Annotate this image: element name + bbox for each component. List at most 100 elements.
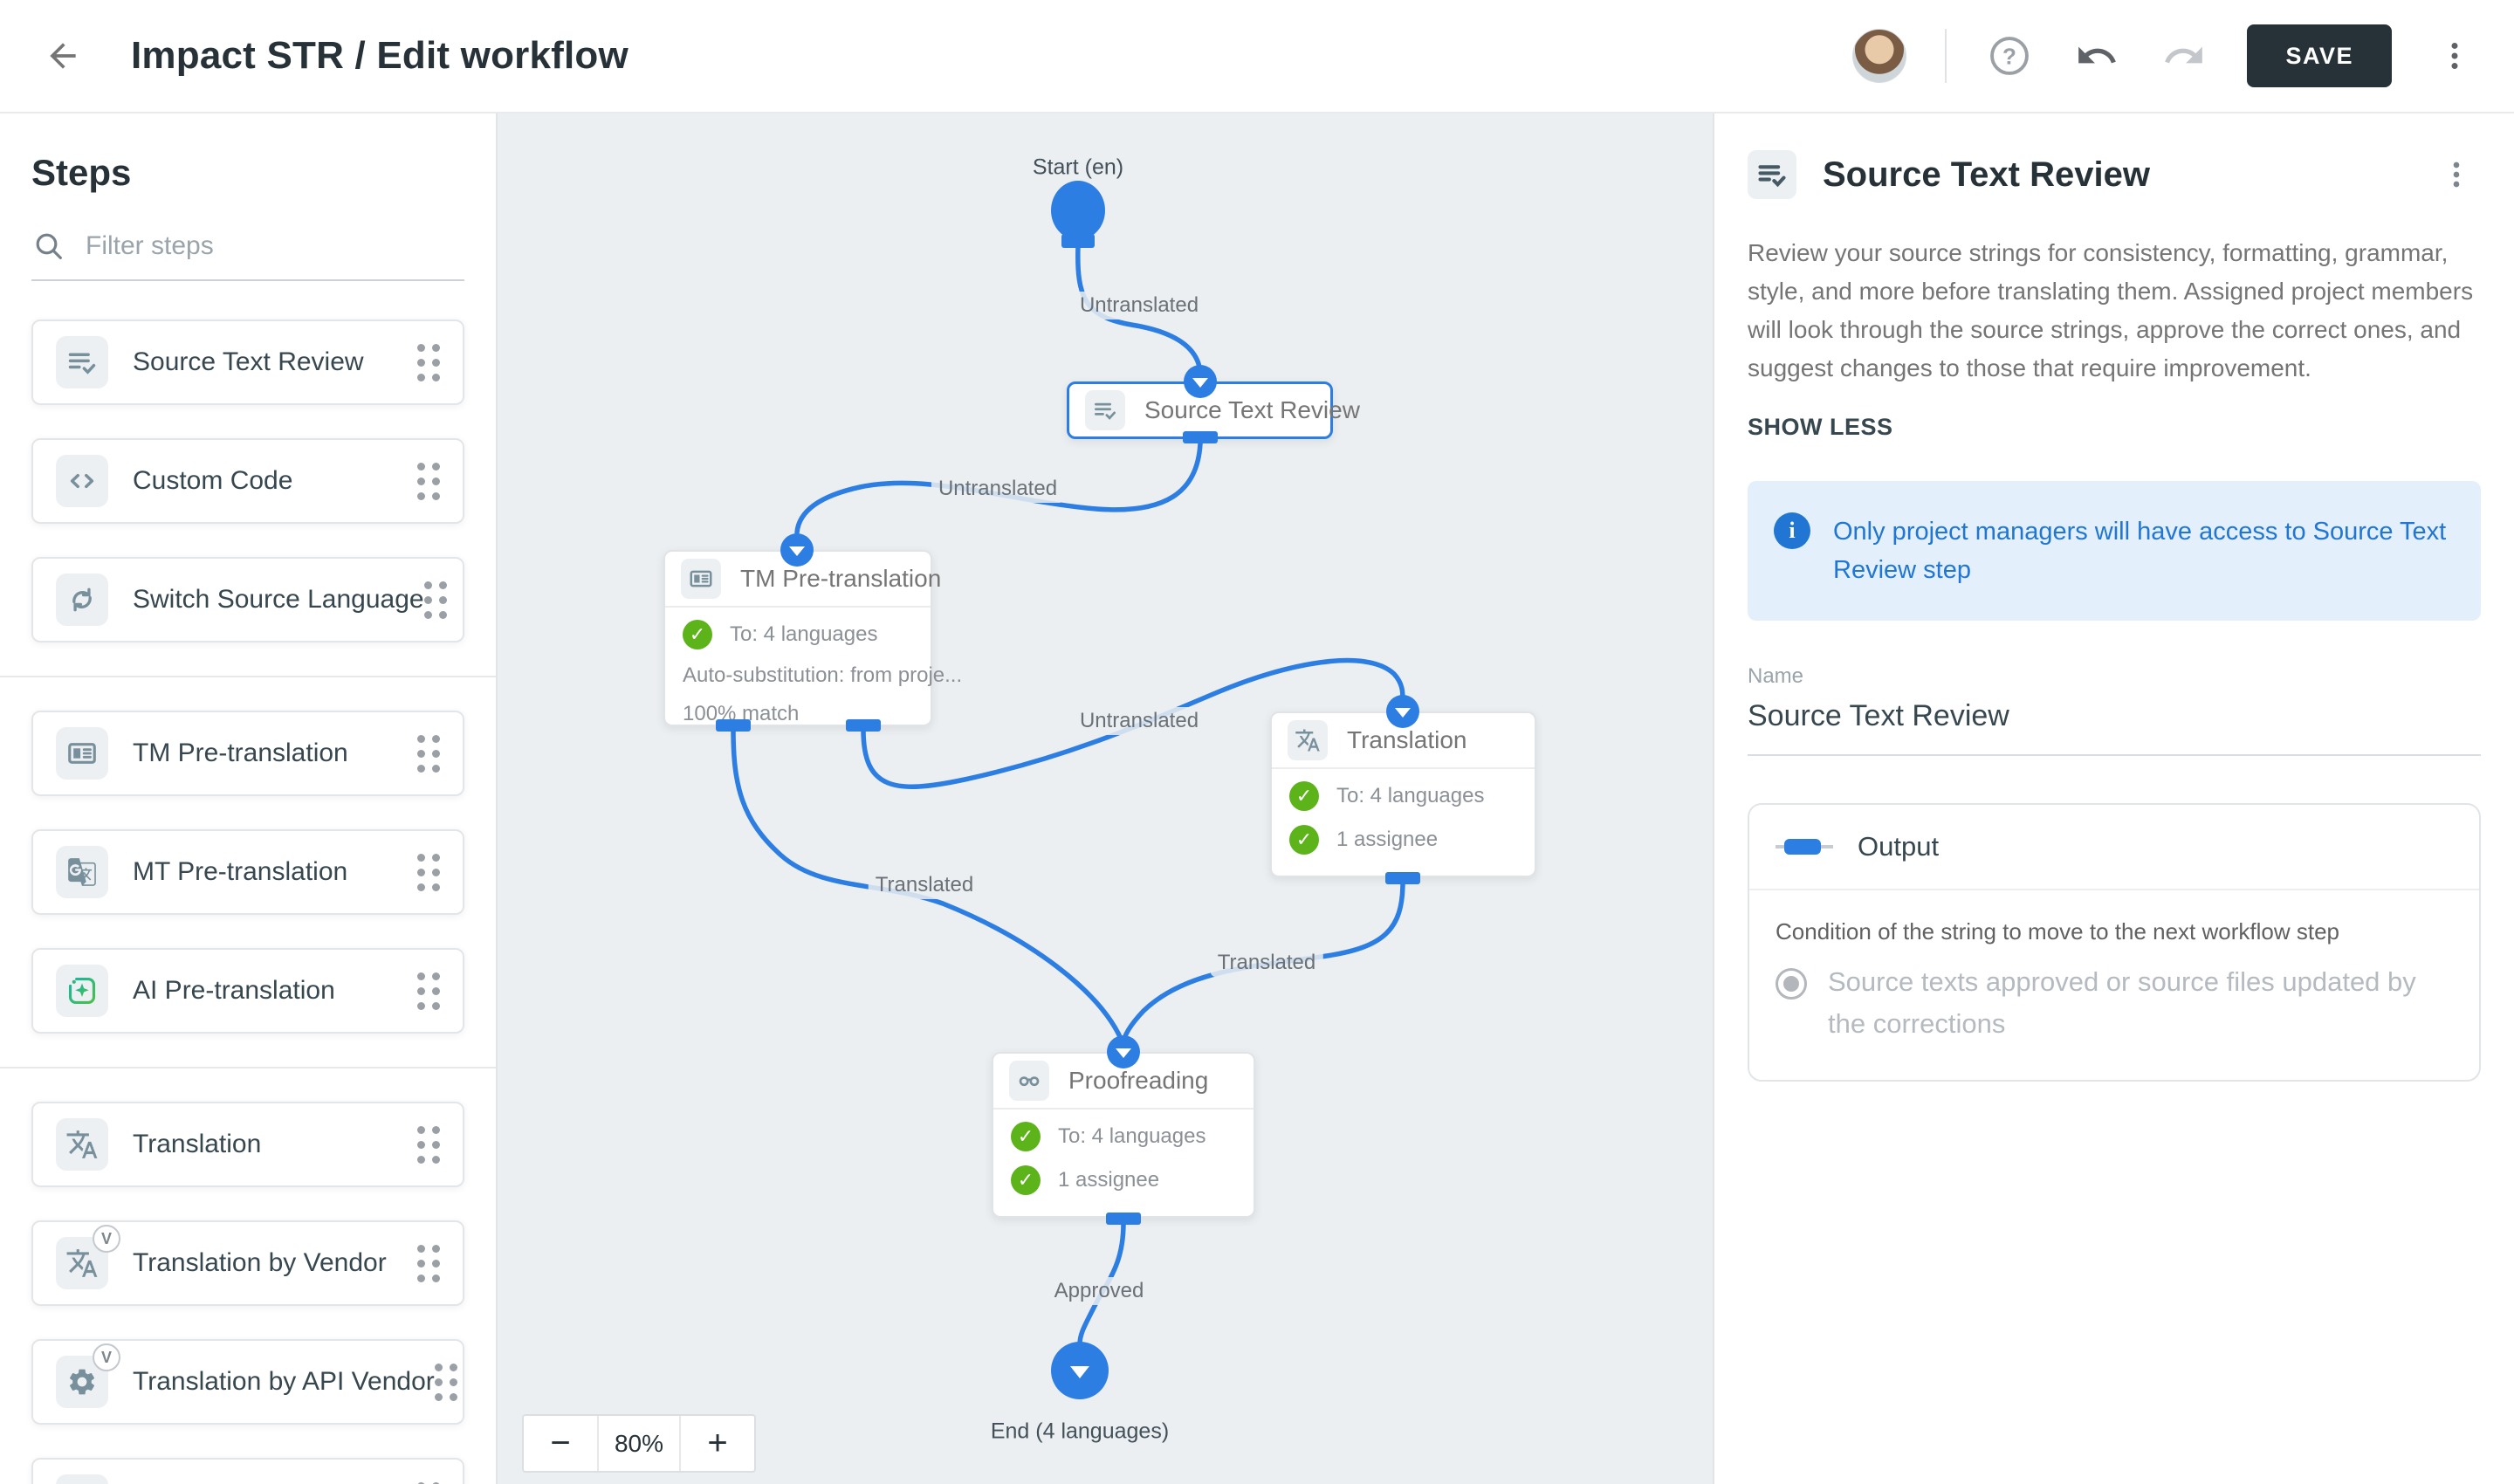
save-button[interactable]: SAVE bbox=[2247, 24, 2392, 87]
sidebar-item-source-text-review[interactable]: Source Text Review bbox=[31, 319, 464, 405]
tm-card-icon bbox=[681, 559, 721, 599]
node-title: Translation bbox=[1347, 726, 1466, 754]
drag-handle-icon[interactable] bbox=[417, 972, 440, 1010]
edge-label: Approved bbox=[1048, 1277, 1151, 1305]
redo-icon[interactable] bbox=[2160, 31, 2208, 80]
sidebar-item-mt-pretranslation[interactable]: MT Pre-translation bbox=[31, 829, 464, 915]
start-node-output-handle[interactable] bbox=[1061, 234, 1095, 248]
node-title: Source Text Review bbox=[1144, 396, 1360, 424]
zoom-level: 80% bbox=[597, 1416, 681, 1471]
output-title: Output bbox=[1858, 831, 1939, 862]
step-description: Review your source strings for consisten… bbox=[1748, 234, 2481, 388]
undo-icon[interactable] bbox=[2072, 31, 2121, 80]
start-node[interactable] bbox=[1051, 181, 1105, 240]
drag-handle-icon[interactable] bbox=[417, 735, 440, 773]
check-icon: ✓ bbox=[1289, 825, 1319, 855]
edge-label: Untranslated bbox=[1073, 707, 1205, 735]
vendor-badge: V bbox=[93, 1225, 120, 1253]
condition-value: Source texts approved or source files up… bbox=[1828, 961, 2439, 1045]
name-field-value[interactable]: Source Text Review bbox=[1748, 699, 2481, 756]
node-detail: To: 4 languages bbox=[1336, 784, 1484, 808]
node-detail: 1 assignee bbox=[1058, 1168, 1159, 1192]
sidebar-item-translation[interactable]: Translation bbox=[31, 1102, 464, 1187]
kebab-menu-icon[interactable] bbox=[2430, 31, 2479, 80]
panel-title: Source Text Review bbox=[1823, 155, 2432, 195]
sidebar-item-switch-source-language[interactable]: Switch Source Language bbox=[31, 557, 464, 642]
translate-icon bbox=[1288, 720, 1328, 760]
sidebar-item-label: Translation by API Vendor bbox=[133, 1367, 435, 1397]
arrow-down-icon bbox=[1116, 1048, 1131, 1058]
vendor-badge: V bbox=[93, 1343, 120, 1371]
sidebar-item-translation-by-api-vendor[interactable]: V Translation by API Vendor bbox=[31, 1339, 464, 1425]
sidebar-item-tm-pretranslation[interactable]: TM Pre-translation bbox=[31, 711, 464, 796]
ai-sparkle-icon bbox=[56, 965, 108, 1017]
info-banner-text: Only project managers will have access t… bbox=[1833, 512, 2455, 589]
edge-label: Untranslated bbox=[931, 475, 1064, 503]
arrow-down-icon bbox=[789, 546, 805, 556]
node-input-connector[interactable] bbox=[1184, 365, 1217, 398]
filter-steps-input[interactable] bbox=[86, 231, 464, 261]
end-node-label: End (4 languages) bbox=[991, 1419, 1169, 1445]
workflow-canvas[interactable]: Start (en) End (4 languages) Untranslate… bbox=[498, 113, 1713, 1484]
source-text-review-icon bbox=[1748, 150, 1796, 199]
node-output-handle[interactable] bbox=[1183, 431, 1218, 443]
sidebar-item-custom-code[interactable]: Custom Code bbox=[31, 438, 464, 524]
edge-label: Untranslated bbox=[1073, 292, 1205, 319]
zoom-toolbar: − 80% + bbox=[522, 1414, 756, 1473]
steps-sidebar: Steps Source Text Review Custom Code bbox=[0, 113, 498, 1484]
sidebar-item-label: Custom Code bbox=[133, 466, 417, 496]
drag-handle-icon[interactable] bbox=[424, 581, 447, 619]
page-title: Impact STR / Edit workflow bbox=[131, 34, 628, 78]
arrow-down-icon bbox=[1192, 378, 1208, 388]
node-proofreading[interactable]: Proofreading ✓To: 4 languages ✓1 assigne… bbox=[992, 1052, 1255, 1218]
drag-handle-icon[interactable] bbox=[417, 1245, 440, 1282]
panel-kebab-menu-icon[interactable] bbox=[2432, 150, 2481, 199]
drag-handle-icon[interactable] bbox=[417, 463, 440, 500]
sidebar-group-divider bbox=[0, 676, 496, 677]
drag-handle-icon[interactable] bbox=[435, 1364, 457, 1401]
node-detail: 1 assignee bbox=[1336, 828, 1438, 852]
node-detail: To: 4 languages bbox=[1058, 1124, 1205, 1149]
node-detail: To: 4 languages bbox=[730, 622, 877, 647]
back-button[interactable] bbox=[37, 30, 89, 82]
condition-radio bbox=[1776, 968, 1807, 1000]
output-section: Output Condition of the string to move t… bbox=[1748, 803, 2481, 1082]
end-arrow-icon bbox=[1070, 1366, 1089, 1378]
node-input-connector[interactable] bbox=[1386, 695, 1419, 728]
node-output-handle[interactable] bbox=[1106, 1213, 1141, 1225]
avatar[interactable] bbox=[1852, 29, 1906, 83]
show-less-toggle[interactable]: SHOW LESS bbox=[1748, 414, 2481, 441]
zoom-in-button[interactable]: + bbox=[681, 1416, 754, 1471]
search-icon bbox=[31, 229, 66, 264]
node-input-connector[interactable] bbox=[780, 533, 814, 567]
check-icon: ✓ bbox=[1011, 1165, 1041, 1195]
sidebar-item-label: Source Text Review bbox=[133, 347, 417, 377]
sidebar-item-crowdsourcing[interactable]: Crowdsourcing bbox=[31, 1458, 464, 1484]
edge-label: Translated bbox=[869, 871, 981, 899]
node-input-connector[interactable] bbox=[1107, 1035, 1140, 1068]
sync-icon bbox=[56, 574, 108, 626]
check-icon: ✓ bbox=[1011, 1122, 1041, 1151]
sidebar-item-translation-by-vendor[interactable]: V Translation by Vendor bbox=[31, 1220, 464, 1306]
steps-heading: Steps bbox=[31, 152, 496, 194]
top-bar: Impact STR / Edit workflow ? SAVE bbox=[0, 0, 2514, 113]
info-banner: i Only project managers will have access… bbox=[1748, 481, 2481, 621]
drag-handle-icon[interactable] bbox=[417, 344, 440, 381]
zoom-out-button[interactable]: − bbox=[524, 1416, 597, 1471]
node-output-handle[interactable] bbox=[846, 719, 881, 732]
glasses-icon bbox=[1009, 1061, 1049, 1101]
source-text-review-icon bbox=[56, 336, 108, 388]
help-icon[interactable]: ? bbox=[1985, 31, 2034, 80]
name-field-label: Name bbox=[1748, 664, 2481, 689]
end-node[interactable] bbox=[1051, 1342, 1109, 1399]
sidebar-item-label: TM Pre-translation bbox=[133, 739, 417, 768]
filter-steps-field[interactable] bbox=[31, 229, 464, 281]
node-output-handle[interactable] bbox=[1385, 872, 1420, 884]
drag-handle-icon[interactable] bbox=[417, 1126, 440, 1164]
sidebar-item-ai-pretranslation[interactable]: AI Pre-translation bbox=[31, 948, 464, 1034]
node-translation[interactable]: Translation ✓To: 4 languages ✓1 assignee bbox=[1270, 711, 1536, 877]
node-title: TM Pre-translation bbox=[740, 565, 941, 593]
node-tm-pretranslation[interactable]: TM Pre-translation ✓To: 4 languages Auto… bbox=[663, 550, 932, 726]
node-output-handle[interactable] bbox=[716, 719, 751, 732]
drag-handle-icon[interactable] bbox=[417, 854, 440, 891]
